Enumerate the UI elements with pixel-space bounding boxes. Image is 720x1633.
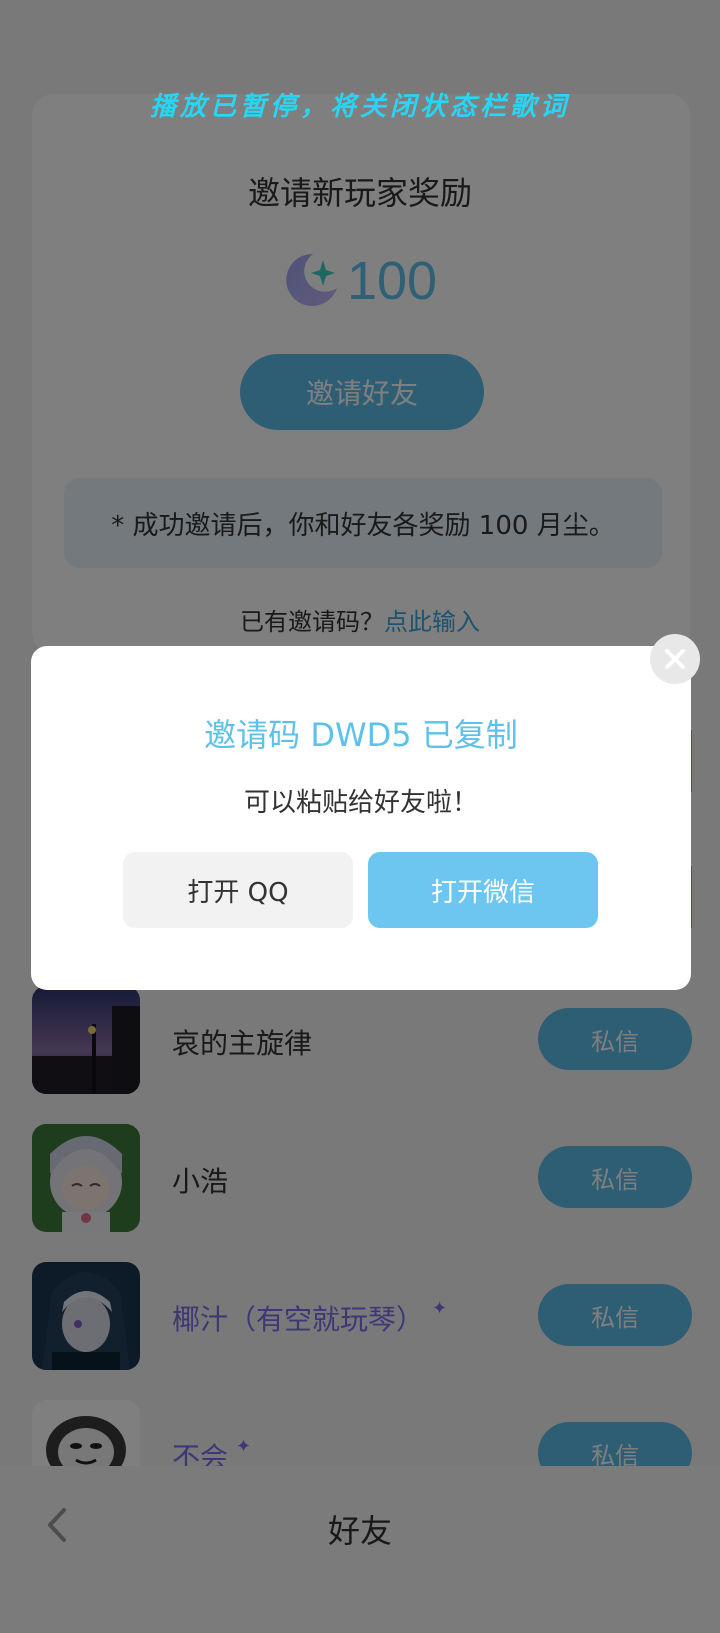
friends-page: 邀请新玩家奖励 100 邀请好友 * 成功邀请后，你和好友各奖励 100 月尘。… <box>0 0 720 1633</box>
open-qq-button[interactable]: 打开 QQ <box>123 852 353 928</box>
close-icon[interactable] <box>650 634 700 684</box>
invite-code-dialog: 邀请码 DWD5 已复制 可以粘贴给好友啦！ 打开 QQ 打开微信 <box>31 646 691 990</box>
dialog-subtitle: 可以粘贴给好友啦！ <box>243 788 478 818</box>
lyric-notice: 播放已暂停，将关闭状态栏歌词 <box>149 92 570 122</box>
open-wechat-button[interactable]: 打开微信 <box>368 852 598 928</box>
dialog-title: 邀请码 DWD5 已复制 <box>204 716 518 754</box>
